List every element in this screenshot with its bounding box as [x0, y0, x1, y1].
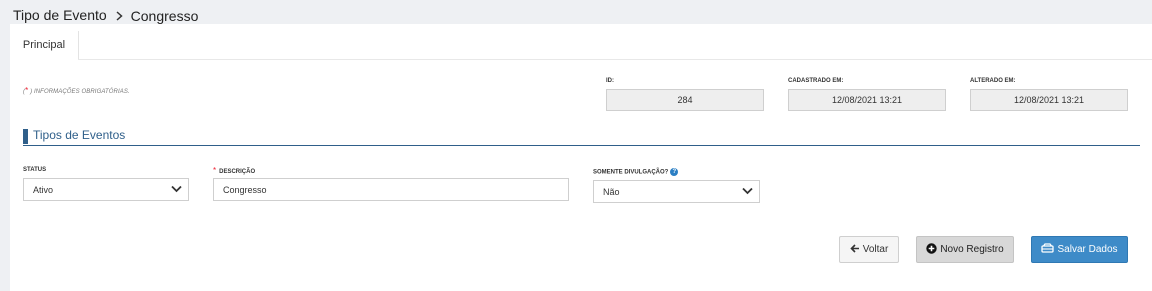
divulgacao-label-text: SOMENTE DIVULGAÇÃO?: [593, 169, 669, 176]
save-icon: [1041, 243, 1055, 256]
created-field: 12/08/2021 13:21: [788, 89, 946, 111]
divulgacao-select[interactable]: Não: [593, 180, 760, 203]
arrow-left-icon: [850, 243, 860, 256]
chevron-down-icon: [742, 187, 753, 197]
status-label: STATUS: [23, 167, 47, 173]
divulgacao-value: Não: [603, 186, 620, 197]
salvar-dados-label: Salvar Dados: [1057, 244, 1118, 255]
breadcrumb-current: Congresso: [130, 8, 199, 24]
novo-registro-label: Novo Registro: [940, 244, 1004, 255]
id-field: 284: [606, 89, 764, 111]
breadcrumb-parent-link[interactable]: Tipo de Evento: [13, 7, 109, 28]
descricao-value: Congresso: [223, 184, 267, 195]
divulgacao-label: SOMENTE DIVULGAÇÃO??: [593, 168, 679, 176]
status-select[interactable]: Ativo: [23, 178, 189, 201]
status-value: Ativo: [33, 184, 54, 195]
section-bar: [23, 129, 28, 144]
chevron-down-icon: [171, 185, 182, 195]
id-label: ID:: [606, 78, 614, 84]
required-star: *: [213, 166, 217, 175]
tab-divider: [78, 59, 1152, 60]
updated-label: ALTERADO EM:: [970, 78, 1016, 84]
section-header: Tipos de Eventos: [23, 128, 1140, 146]
main-panel: Principal (* ) INFORMAÇÕES OBRIGATÓRIAS.…: [10, 24, 1152, 291]
updated-field: 12/08/2021 13:21: [970, 89, 1128, 111]
descricao-label: * DESCRIÇÃO: [213, 166, 255, 175]
novo-registro-button[interactable]: Novo Registro: [916, 236, 1014, 263]
descricao-input[interactable]: Congresso: [213, 178, 569, 201]
required-info-text: ) INFORMAÇÕES OBRIGATÓRIAS.: [30, 89, 130, 95]
salvar-dados-button[interactable]: Salvar Dados: [1031, 236, 1128, 263]
descricao-label-text: DESCRIÇÃO: [219, 169, 256, 175]
help-icon[interactable]: ?: [670, 168, 679, 176]
required-info-note: (* ) INFORMAÇÕES OBRIGATÓRIAS.: [23, 86, 130, 95]
created-label: CADASTRADO EM:: [788, 78, 844, 84]
voltar-button[interactable]: Voltar: [839, 236, 899, 263]
plus-circle-icon: [926, 242, 938, 257]
breadcrumb: Tipo de Evento Congresso: [13, 6, 199, 28]
section-title: Tipos de Eventos: [33, 128, 126, 142]
tab-principal[interactable]: Principal: [10, 31, 79, 59]
voltar-label: Voltar: [862, 244, 889, 255]
required-star: *: [25, 86, 29, 95]
chevron-right-icon: [116, 11, 123, 21]
